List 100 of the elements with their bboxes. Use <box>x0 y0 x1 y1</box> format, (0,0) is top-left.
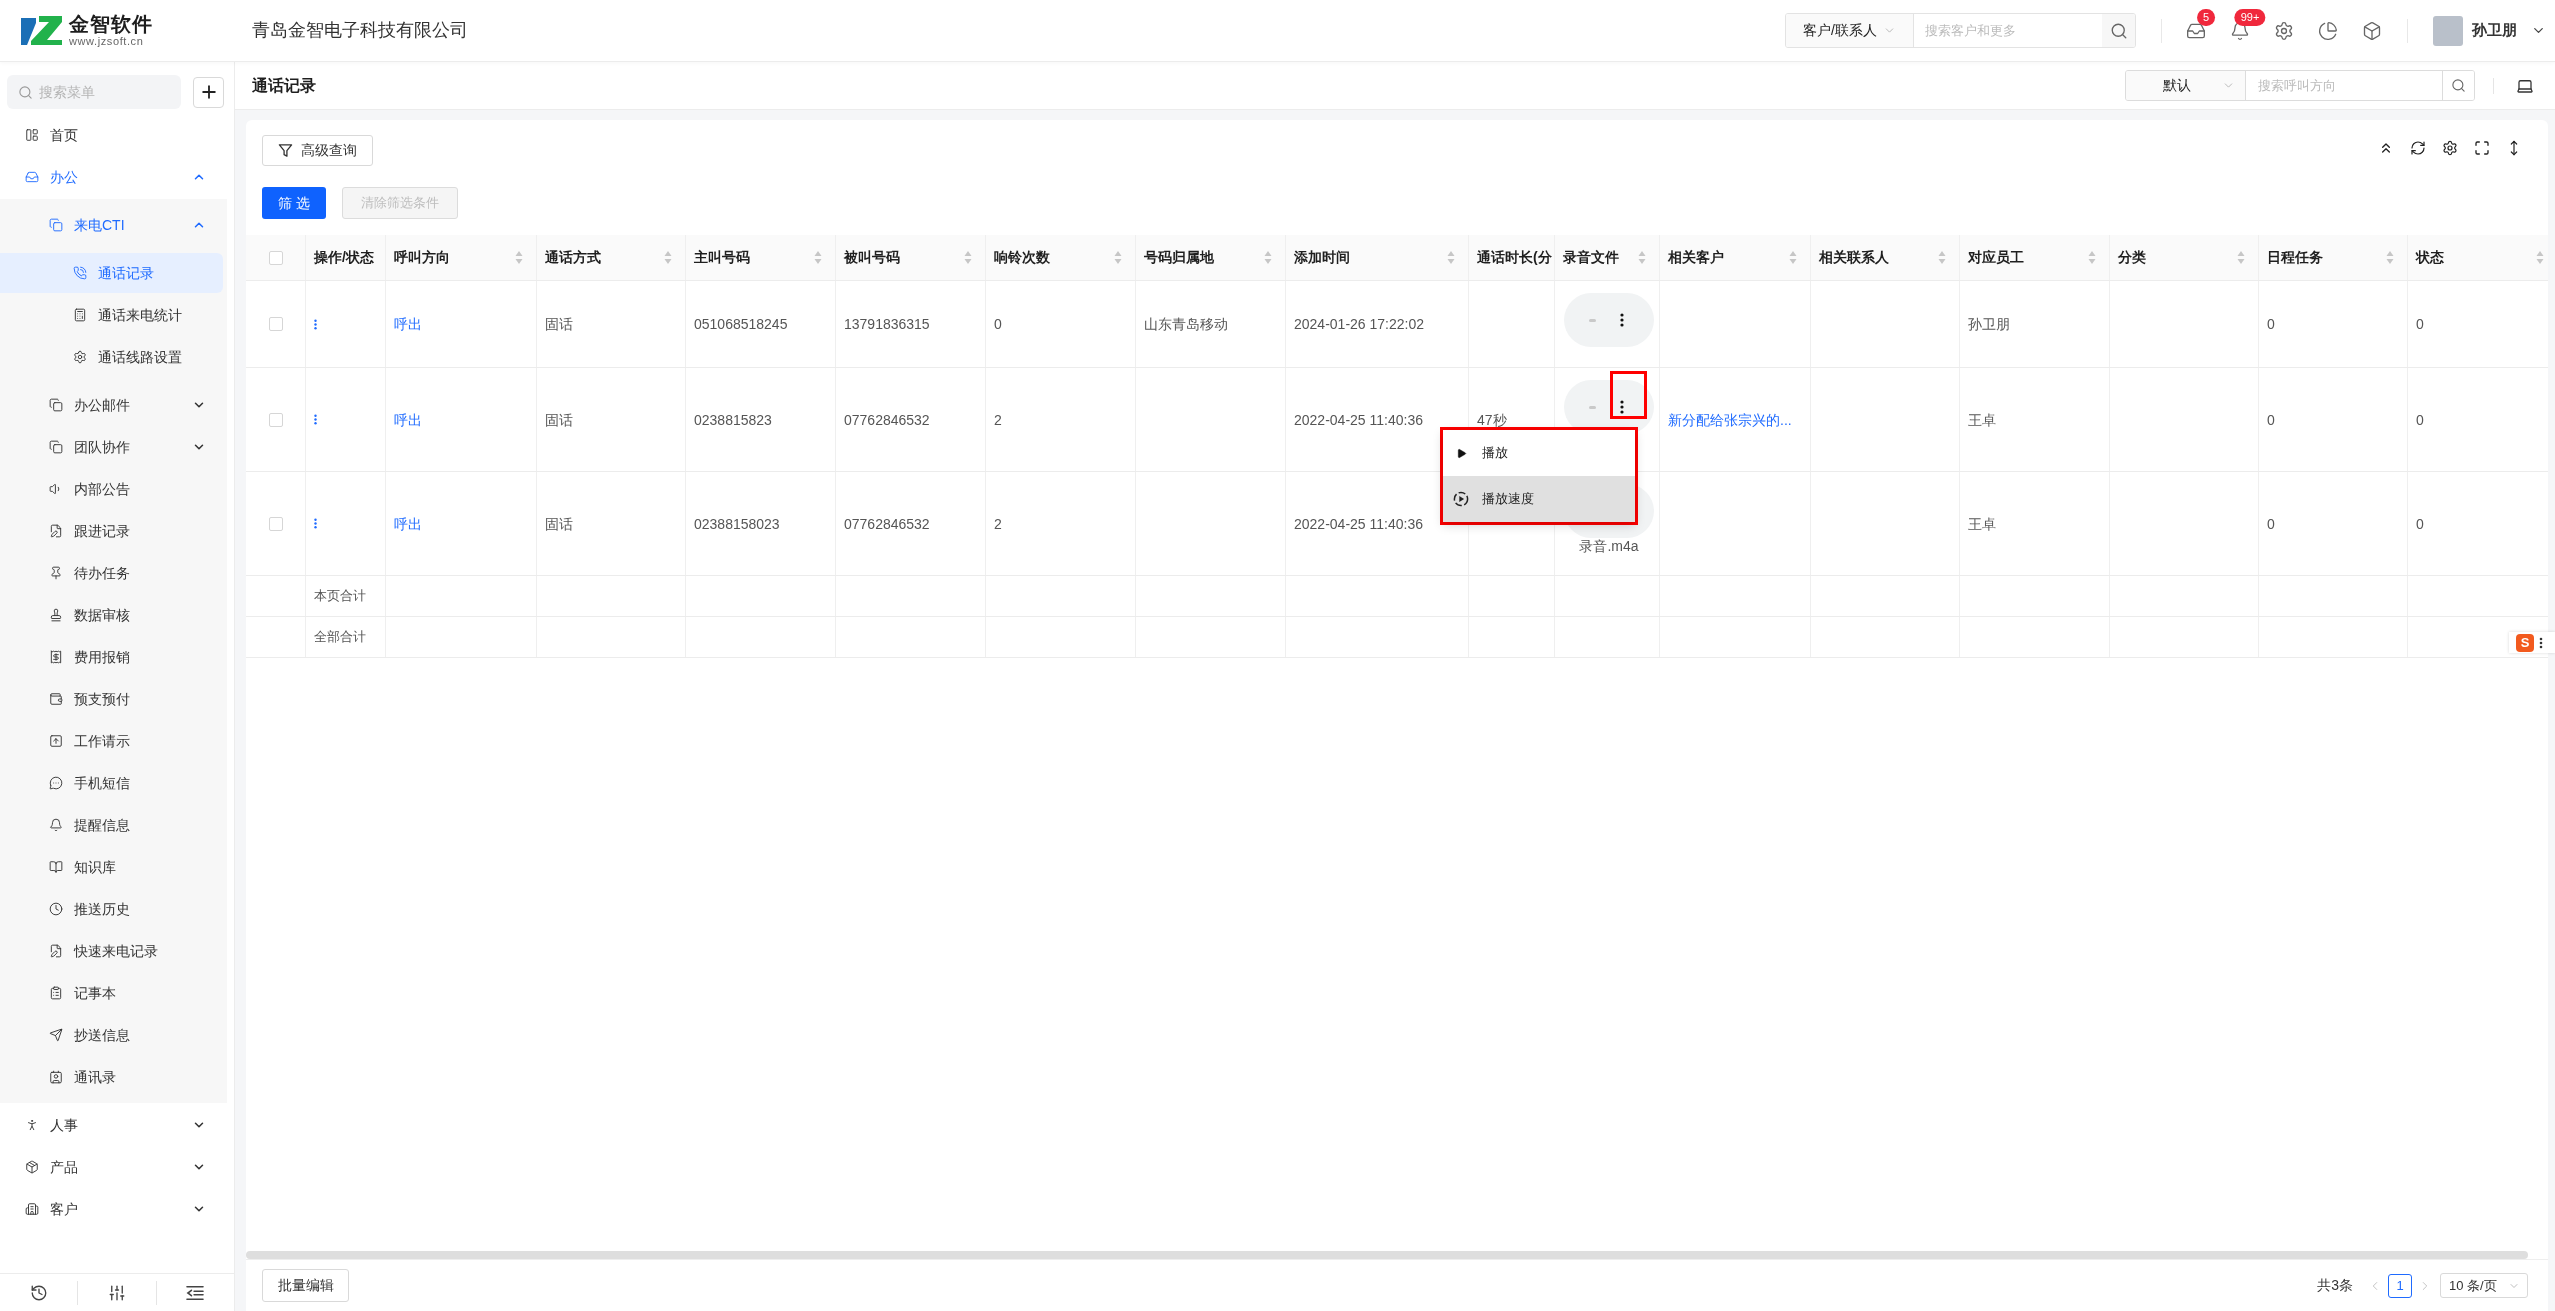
pie-chart-icon[interactable] <box>2318 20 2338 41</box>
fullscreen-icon[interactable] <box>2474 139 2490 156</box>
sidebar-item[interactable]: 推送历史 <box>0 889 223 929</box>
vertical-dots-icon[interactable] <box>314 518 317 529</box>
search-field[interactable]: 搜索呼叫方向 <box>2246 71 2442 100</box>
search-button[interactable] <box>2102 14 2135 47</box>
sidebar-item[interactable]: 提醒信息 <box>0 805 223 845</box>
column-header: 通话方式 <box>545 248 601 267</box>
checkbox[interactable] <box>268 317 283 331</box>
vertical-dots-icon[interactable] <box>314 318 317 330</box>
vertical-dots-icon[interactable] <box>1620 313 1624 327</box>
brand-name: 金智软件 <box>69 13 153 35</box>
sidebar-item[interactable]: 抄送信息 <box>0 1015 223 1055</box>
table-cell: 2 <box>986 368 1136 471</box>
menu-search-input[interactable]: 搜索菜单 <box>39 81 181 103</box>
sidebar-item[interactable]: 办公邮件 <box>0 385 223 425</box>
book-icon <box>49 860 63 874</box>
sidebar-item[interactable]: 跟进记录 <box>0 511 223 551</box>
horizontal-scrollbar[interactable] <box>246 1251 2528 1259</box>
file-name[interactable]: 录音.m4a <box>1579 538 1639 555</box>
sidebar-item[interactable]: 通话记录 <box>0 253 223 293</box>
table-cell: 0 <box>2259 368 2408 471</box>
menu-item[interactable]: 播放 <box>1443 430 1635 476</box>
sidebar-item[interactable]: 办公 <box>0 157 223 197</box>
sidebar-item[interactable]: 快速来电记录 <box>0 931 223 971</box>
search-button[interactable] <box>2442 71 2474 100</box>
sidebar-item[interactable]: 记事本 <box>0 973 223 1013</box>
column-header: 分类 <box>2118 248 2146 267</box>
user-name[interactable]: 孙卫朋 <box>2472 19 2517 42</box>
preset-select[interactable]: 默认 <box>2126 71 2246 100</box>
customer-link[interactable]: 新分配给张宗兴的... <box>1668 411 1792 428</box>
filter-search-bar[interactable]: 默认 搜索呼叫方向 <box>2125 70 2475 101</box>
settings-icon[interactable] <box>2442 139 2458 156</box>
filter-icon <box>278 143 293 158</box>
direction-link[interactable]: 呼出 <box>394 316 422 332</box>
checkbox[interactable] <box>268 412 283 427</box>
document-pen-icon <box>49 944 63 958</box>
sidebar-item[interactable]: 预支预付 <box>0 679 223 719</box>
sidebar-item[interactable]: 产品 <box>0 1147 223 1187</box>
table-cell: 山东青岛移动 <box>1136 281 1286 367</box>
page-button[interactable]: 1 <box>2388 1273 2412 1298</box>
table-cell: 07762846532 <box>836 368 986 471</box>
sidebar-item[interactable]: 知识库 <box>0 847 223 887</box>
sidebar-item[interactable]: 客户 <box>0 1189 223 1229</box>
collapse-menu-icon[interactable] <box>186 1284 205 1301</box>
table-cell: 0 <box>986 281 1136 367</box>
dash-icon <box>1589 405 1596 409</box>
panel-icon <box>25 128 39 142</box>
batch-edit-button[interactable]: 批量编辑 <box>262 1269 349 1302</box>
search-bar[interactable]: 客户/联系人 搜索客户和更多 <box>1785 13 2136 48</box>
sidebar-item[interactable]: 通话来电统计 <box>0 295 223 335</box>
grip-icon[interactable] <box>2539 636 2543 649</box>
checkbox[interactable] <box>268 250 283 265</box>
column-header: 日程任务 <box>2267 248 2323 267</box>
sidebar-item[interactable]: 通讯录 <box>0 1057 223 1097</box>
sidebar-item[interactable]: 手机短信 <box>0 763 223 803</box>
table-cell: 全部合计 <box>306 617 386 657</box>
column-header: 通话时长(分 <box>1477 248 1552 267</box>
sidebar-item[interactable]: 通话线路设置 <box>0 337 223 377</box>
person-icon <box>25 1118 39 1132</box>
direction-link[interactable]: 呼出 <box>394 515 422 532</box>
table-cell: 0 <box>2408 368 2548 471</box>
add-button[interactable] <box>193 76 224 108</box>
refresh-icon[interactable] <box>2410 139 2426 156</box>
sidebar-item[interactable]: 待办任务 <box>0 553 223 593</box>
table-cell: 051068518245 <box>686 281 836 367</box>
advanced-search-button[interactable]: 高级查询 <box>262 135 373 166</box>
table-cell: 0 <box>2408 281 2548 367</box>
sidebar-item[interactable]: 工作请示 <box>0 721 223 761</box>
menu-item[interactable]: 播放速度 <box>1443 476 1635 522</box>
page-size-select[interactable]: 10 条/页 <box>2440 1273 2528 1298</box>
table-cell: 固话 <box>537 472 686 575</box>
search-field[interactable]: 搜索客户和更多 <box>1914 14 2102 47</box>
column-header: 主叫号码 <box>694 248 750 267</box>
paper-plane-icon <box>49 1028 63 1042</box>
filter-button[interactable]: 筛 选 <box>262 187 326 219</box>
sidebar-item[interactable]: 首页 <box>0 115 223 155</box>
document-pen-icon <box>49 524 63 538</box>
checkbox[interactable] <box>268 516 283 531</box>
menu-search-field[interactable]: 搜索菜单 <box>7 75 181 109</box>
sidebar-item[interactable]: 内部公告 <box>0 469 223 509</box>
table-cell: 固话 <box>537 368 686 471</box>
sidebar-item[interactable]: 来电CTI <box>0 205 223 245</box>
sliders-icon[interactable] <box>108 1283 126 1302</box>
sidebar-item[interactable]: 数据审核 <box>0 595 223 635</box>
cube-icon[interactable] <box>2362 20 2382 41</box>
sidebar-item[interactable]: 费用报销 <box>0 637 223 677</box>
scope-select[interactable]: 客户/联系人 <box>1786 14 1914 47</box>
vertical-dots-icon[interactable] <box>1620 400 1624 414</box>
sidebar-item[interactable]: 人事 <box>0 1105 223 1145</box>
sidebar-item[interactable]: 团队协作 <box>0 427 223 467</box>
tray-icon <box>25 170 39 184</box>
direction-link[interactable]: 呼出 <box>394 411 422 428</box>
table-cell: 本页合计 <box>306 576 386 616</box>
table-cell: 02388158023 <box>686 472 836 575</box>
history-icon[interactable] <box>29 1283 48 1302</box>
vertical-dots-icon[interactable] <box>314 414 317 425</box>
column-header: 录音文件 <box>1563 248 1619 267</box>
table-cell: 固话 <box>537 281 686 367</box>
column-header: 被叫号码 <box>844 248 900 267</box>
